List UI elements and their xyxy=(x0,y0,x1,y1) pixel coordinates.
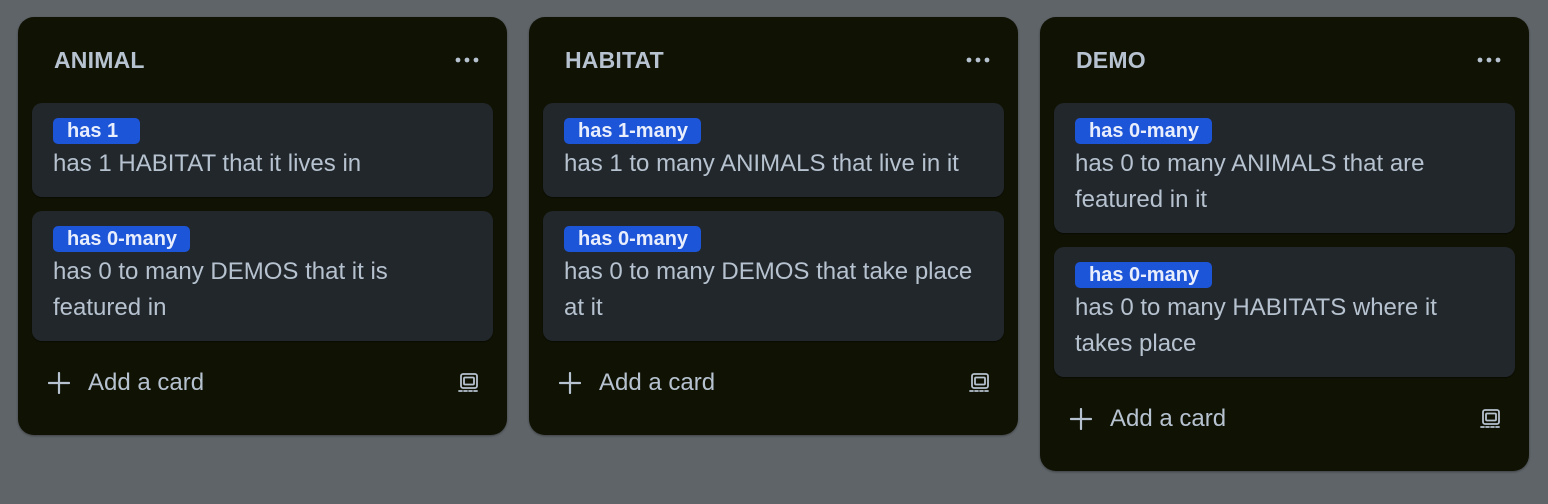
card-list: has 1-many has 1 to many ANIMALS that li… xyxy=(543,103,1004,341)
plus-icon xyxy=(1070,408,1092,430)
list-header: ANIMAL xyxy=(32,17,493,103)
more-horizontal-icon[interactable] xyxy=(449,42,485,78)
list-habitat: HABITAT has 1-many has 1 to many ANIMALS… xyxy=(529,17,1018,435)
card-title: has 1 HABITAT that it lives in xyxy=(53,150,362,177)
card-title: has 0 to many DEMOS that it is featured … xyxy=(53,258,388,321)
card[interactable]: has 1 has 1 HABITAT that it lives in xyxy=(32,103,493,197)
list-title[interactable]: HABITAT xyxy=(565,47,664,74)
more-horizontal-icon[interactable] xyxy=(1471,42,1507,78)
plus-icon xyxy=(559,372,581,394)
card[interactable]: has 1-many has 1 to many ANIMALS that li… xyxy=(543,103,1004,197)
add-card-label: Add a card xyxy=(599,369,716,396)
card-title: has 0 to many ANIMALS that are featured … xyxy=(1075,150,1425,213)
card-template-icon[interactable] xyxy=(449,363,489,403)
list-footer: Add a card xyxy=(543,345,1004,421)
add-card-button[interactable]: Add a card xyxy=(34,359,218,407)
card-label-badge: has 0-many xyxy=(1075,262,1213,288)
add-card-button[interactable]: Add a card xyxy=(1056,395,1240,443)
list-title[interactable]: ANIMAL xyxy=(54,47,145,74)
list-header: HABITAT xyxy=(543,17,1004,103)
card-list: has 1 has 1 HABITAT that it lives in has… xyxy=(32,103,493,341)
plus-icon xyxy=(48,372,70,394)
card-title: has 1 to many ANIMALS that live in it xyxy=(564,150,959,177)
card[interactable]: has 0-many has 0 to many HABITATS where … xyxy=(1054,247,1515,377)
card-template-icon[interactable] xyxy=(960,363,1000,403)
card-label-badge: has 1-many xyxy=(564,118,702,144)
list-footer: Add a card xyxy=(32,345,493,421)
list-title[interactable]: DEMO xyxy=(1076,47,1146,74)
card-list: has 0-many has 0 to many ANIMALS that ar… xyxy=(1054,103,1515,377)
add-card-label: Add a card xyxy=(1110,405,1227,432)
card-label-badge: has 0-many xyxy=(564,226,702,252)
list-demo: DEMO has 0-many has 0 to many ANIMALS th… xyxy=(1040,17,1529,471)
card[interactable]: has 0-many has 0 to many DEMOS that take… xyxy=(543,211,1004,341)
add-card-button[interactable]: Add a card xyxy=(545,359,729,407)
more-horizontal-icon[interactable] xyxy=(960,42,996,78)
card-label-badge: has 0-many xyxy=(1075,118,1213,144)
card-title: has 0 to many DEMOS that take place at i… xyxy=(564,258,973,321)
card-label-badge: has 0-many xyxy=(53,226,191,252)
card-template-icon[interactable] xyxy=(1471,399,1511,439)
list-animal: ANIMAL has 1 has 1 HABITAT that it lives… xyxy=(18,17,507,435)
card[interactable]: has 0-many has 0 to many ANIMALS that ar… xyxy=(1054,103,1515,233)
board: ANIMAL has 1 has 1 HABITAT that it lives… xyxy=(18,17,1529,471)
card-title: has 0 to many HABITATS where it takes pl… xyxy=(1075,294,1437,357)
add-card-label: Add a card xyxy=(88,369,205,396)
list-footer: Add a card xyxy=(1054,381,1515,457)
card[interactable]: has 0-many has 0 to many DEMOS that it i… xyxy=(32,211,493,341)
list-header: DEMO xyxy=(1054,17,1515,103)
card-label-badge: has 1 xyxy=(53,118,140,144)
